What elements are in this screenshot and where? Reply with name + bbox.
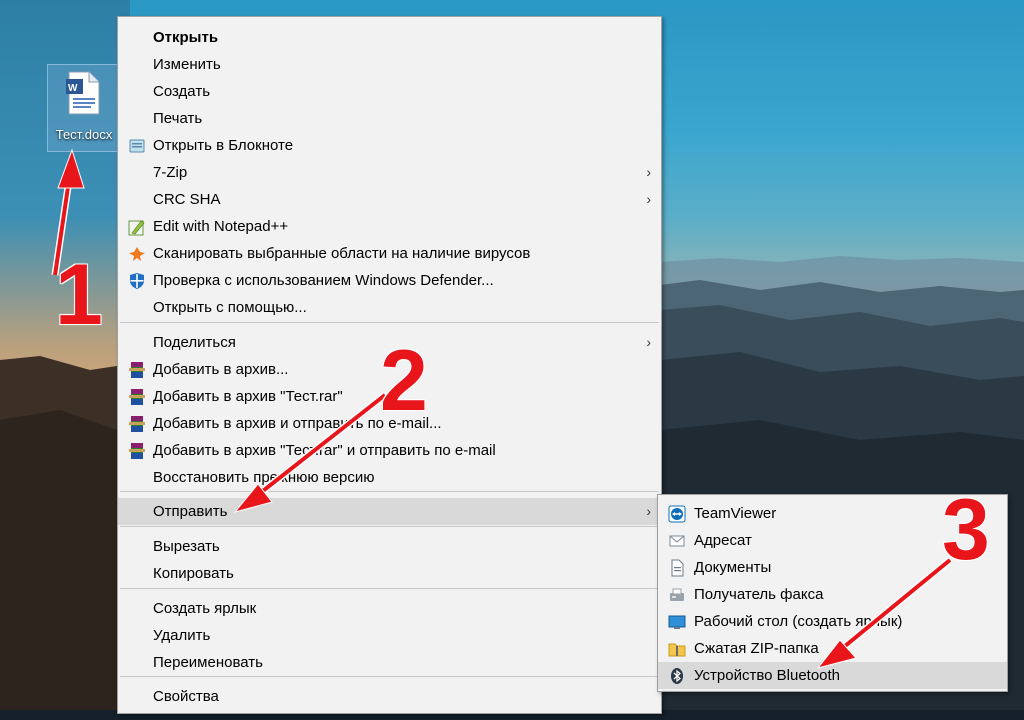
fax-icon — [668, 586, 686, 604]
winrar-icon — [128, 388, 146, 406]
step-number-1: 1 — [55, 247, 103, 343]
menu-item-label: Удалить — [153, 627, 211, 644]
menu-item-label: Сканировать выбранные области на наличие… — [153, 245, 531, 262]
zip-folder-icon — [668, 640, 686, 658]
menu-item-label: Проверка с использованием Windows Defend… — [153, 272, 494, 289]
menu-item-2[interactable]: Изменить — [118, 51, 661, 78]
word-document-icon: W — [66, 71, 100, 115]
menu-item-label: Открыть с помощью... — [153, 299, 307, 316]
svg-text:W: W — [68, 83, 78, 94]
send-to-item-5[interactable]: Рабочий стол (создать ярлык) — [658, 608, 1007, 635]
mail-recipient-icon — [668, 532, 686, 550]
menu-item-18[interactable]: Отправить › — [118, 498, 661, 525]
menu-item-label: Добавить в архив... — [153, 361, 289, 378]
send-to-item-label: Рабочий стол (создать ярлык) — [694, 613, 903, 630]
menu-separator — [120, 526, 659, 527]
documents-icon — [668, 559, 686, 577]
menu-item-label: Edit with Notepad++ — [153, 218, 289, 235]
menu-item-label: CRC SHA — [153, 191, 221, 208]
menu-separator — [120, 676, 659, 677]
teamviewer-icon — [668, 505, 686, 523]
send-to-item-label: Получатель факса — [694, 586, 824, 603]
send-to-item-label: TeamViewer — [694, 505, 777, 522]
send-to-item-label: Документы — [694, 559, 772, 576]
chevron-right-icon: › — [646, 334, 651, 350]
winrar-icon — [128, 442, 146, 460]
menu-item-23[interactable]: Переименовать — [118, 649, 661, 676]
step-number-2: 2 — [380, 333, 428, 429]
menu-item-label: Восстановить прежнюю версию — [153, 469, 375, 486]
chevron-right-icon: › — [646, 164, 651, 180]
step-number-3: 3 — [942, 482, 990, 578]
menu-item-10[interactable]: Проверка с использованием Windows Defend… — [118, 267, 661, 294]
chevron-right-icon: › — [646, 503, 651, 519]
menu-item-19[interactable]: Вырезать — [118, 533, 661, 560]
menu-item-label: Изменить — [153, 56, 221, 73]
menu-item-6[interactable]: 7-Zip › — [118, 159, 661, 186]
menu-item-label: 7-Zip — [153, 164, 188, 181]
menu-item-5[interactable]: Открыть в Блокноте — [118, 132, 661, 159]
menu-item-label: Вырезать — [153, 538, 220, 555]
menu-item-22[interactable]: Удалить — [118, 622, 661, 649]
send-to-item-6[interactable]: Сжатая ZIP-папка — [658, 635, 1007, 662]
avast-icon — [128, 245, 146, 263]
menu-item-label: Переименовать — [153, 654, 263, 671]
menu-item-label: Открыть — [153, 29, 219, 46]
bluetooth-icon — [668, 667, 686, 685]
menu-separator — [120, 322, 659, 323]
menu-item-3[interactable]: Создать — [118, 78, 661, 105]
menu-separator — [120, 491, 659, 492]
menu-item-11[interactable]: Открыть с помощью... — [118, 294, 661, 321]
menu-item-label: Поделиться — [153, 334, 236, 351]
menu-item-8[interactable]: Edit with Notepad++ — [118, 213, 661, 240]
desktop-file-icon[interactable]: W Тест.docx — [47, 64, 119, 152]
send-to-item-label: Сжатая ZIP-папка — [694, 640, 819, 657]
menu-item-7[interactable]: CRC SHA › — [118, 186, 661, 213]
desktop-file-label: Тест.docx — [55, 127, 113, 142]
menu-item-label: Добавить в архив "Тест.rar" — [153, 388, 343, 405]
menu-item-label: Свойства — [153, 688, 219, 705]
send-to-item-7[interactable]: Устройство Bluetooth — [658, 662, 1007, 689]
menu-item-1[interactable]: Открыть — [118, 24, 661, 51]
winrar-icon — [128, 415, 146, 433]
menu-item-label: Печать — [153, 110, 203, 127]
menu-item-17[interactable]: Восстановить прежнюю версию — [118, 464, 661, 491]
menu-item-label: Открыть в Блокноте — [153, 137, 294, 154]
send-to-item-label: Устройство Bluetooth — [694, 667, 841, 684]
menu-item-21[interactable]: Создать ярлык — [118, 595, 661, 622]
menu-item-20[interactable]: Копировать — [118, 560, 661, 587]
menu-item-label: Отправить — [153, 503, 228, 520]
menu-item-label: Создать ярлык — [153, 600, 257, 617]
menu-item-label: Добавить в архив "Тест.rar" и отправить … — [153, 442, 496, 459]
chevron-right-icon: › — [646, 191, 651, 207]
send-to-item-4[interactable]: Получатель факса — [658, 581, 1007, 608]
desktop-icon — [668, 613, 686, 631]
menu-item-9[interactable]: Сканировать выбранные области на наличие… — [118, 240, 661, 267]
menu-item-24[interactable]: Свойства — [118, 683, 661, 710]
menu-item-label: Создать — [153, 83, 211, 100]
send-to-item-label: Адресат — [694, 532, 752, 549]
notepad-icon — [128, 137, 146, 155]
winrar-icon — [128, 361, 146, 379]
defender-icon — [128, 272, 146, 290]
menu-item-16[interactable]: Добавить в архив "Тест.rar" и отправить … — [118, 437, 661, 464]
menu-item-4[interactable]: Печать — [118, 105, 661, 132]
notepadpp-icon — [128, 218, 146, 236]
menu-separator — [120, 588, 659, 589]
menu-item-label: Копировать — [153, 565, 234, 582]
